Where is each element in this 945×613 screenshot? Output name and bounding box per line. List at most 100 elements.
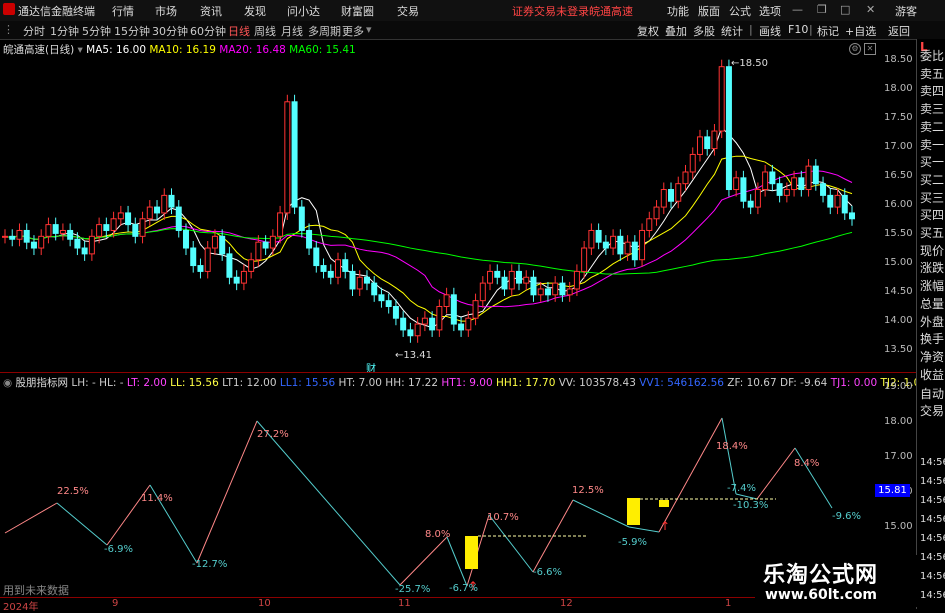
menu-item-market[interactable]: 行情 [112, 3, 134, 19]
candle-body [154, 206, 161, 214]
signal-bar [627, 498, 640, 525]
ma5-line [4, 126, 853, 329]
side-panel-label: 涨跌 [920, 261, 945, 276]
zigzag-segment [4, 502, 58, 534]
menu-item-news[interactable]: 资讯 [200, 3, 222, 19]
toolbar-grip-icon: ⋮ [3, 23, 14, 36]
period-tab-weekly[interactable]: 周线 [254, 23, 276, 39]
indicator-axis-tick: 15.00 [884, 521, 913, 532]
period-tab-5min[interactable]: 5分钟 [82, 23, 111, 39]
candle-body [465, 317, 472, 331]
minimize-icon[interactable]: — [792, 3, 803, 16]
candle-body [125, 212, 132, 226]
toolbar-f10-button[interactable]: F10 [788, 23, 808, 36]
toolbar-multi-button[interactable]: 多股 [693, 23, 715, 39]
ma10-line [4, 155, 853, 322]
toolbar-draw-button[interactable]: 画线 [759, 23, 781, 39]
side-panel-label: 卖一 [920, 137, 945, 152]
candle-body [762, 171, 769, 191]
candle-body [660, 189, 667, 208]
candle-body [602, 241, 609, 249]
candle-body [16, 229, 23, 240]
side-panel-label: 委比 [920, 49, 945, 63]
zigzag-segment [658, 417, 723, 533]
menu-item-wealth[interactable]: 财富圈 [341, 3, 374, 19]
period-tab-15min[interactable]: 15分钟 [114, 23, 150, 39]
menu-item-layout[interactable]: 版面 [698, 3, 720, 19]
settings-gear-icon[interactable]: ⚙ [849, 43, 861, 55]
candle-body [544, 288, 551, 296]
candle-body [284, 101, 291, 214]
side-time-tick: 14:56 [920, 514, 945, 525]
menu-item-ask[interactable]: 问小达 [287, 3, 320, 19]
candle-body [479, 282, 486, 302]
candle-body [211, 235, 218, 249]
period-tab-daily[interactable]: 日线 [228, 23, 250, 39]
zigzag-segment [399, 536, 448, 586]
menu-item-function[interactable]: 功能 [667, 3, 689, 19]
menu-item-options[interactable]: 选项 [759, 3, 781, 19]
candle-body [711, 130, 718, 150]
maximize-icon[interactable]: □ [840, 3, 850, 16]
toolbar-add-watchlist-button[interactable]: +自选 [845, 23, 876, 39]
restore-icon[interactable]: ❐ [817, 3, 827, 16]
candle-body [248, 259, 255, 272]
candle-body [2, 235, 8, 238]
menu-item-formula[interactable]: 公式 [729, 3, 751, 19]
candle-body [378, 294, 385, 302]
price-axis-tick: 13.50 [884, 344, 913, 355]
ma60-line [4, 228, 853, 275]
close-panel-icon[interactable]: ✕ [864, 43, 876, 55]
period-tab-1min[interactable]: 1分钟 [50, 23, 79, 39]
candle-body [581, 247, 588, 272]
candle-body [588, 229, 595, 249]
candle-body [675, 183, 682, 202]
zigzag-pct-label: -6.7% [449, 583, 479, 594]
candle-body [450, 294, 457, 325]
toolbar-overlay-button[interactable]: 叠加 [665, 23, 687, 39]
zigzag-segment [572, 499, 630, 528]
zigzag-segment [256, 420, 401, 586]
signal-bar [659, 500, 669, 507]
candle-body [117, 212, 124, 220]
menu-item-discover[interactable]: 发现 [244, 3, 266, 19]
date-tick: 10 [258, 598, 271, 609]
candle-body [240, 270, 247, 284]
period-tab-more[interactable]: 更多 [342, 23, 364, 39]
menu-item-trade[interactable]: 交易 [397, 3, 419, 19]
zigzag-pct-label: 8.0% [425, 529, 451, 540]
toolbar-stats-button[interactable]: 统计 [721, 23, 743, 39]
period-tab-30min[interactable]: 30分钟 [152, 23, 188, 39]
toolbar-mark-button[interactable]: 标记 [817, 23, 839, 39]
candle-body [704, 136, 711, 150]
panel-separator [0, 372, 916, 373]
period-tab-monthly[interactable]: 月线 [281, 23, 303, 39]
period-tab-60min[interactable]: 60分钟 [190, 23, 226, 39]
period-tab-intraday[interactable]: 分时 [23, 23, 45, 39]
zigzag-pct-label: -5.9% [618, 537, 648, 548]
toolbar-back-button[interactable]: 返回 [888, 23, 910, 39]
side-panel-label: 买一 [920, 155, 945, 170]
candle-body [146, 206, 153, 220]
menu-item-markets[interactable]: 市场 [155, 3, 177, 19]
side-time-tick: 14:56 [920, 571, 945, 582]
price-axis-tick: 14.00 [884, 315, 913, 326]
candle-body [530, 276, 537, 296]
more-chevron-icon[interactable]: ▾ [366, 23, 372, 36]
close-icon[interactable]: ✕ [866, 3, 875, 16]
candle-body [385, 300, 392, 308]
candle-body [204, 247, 211, 272]
date-tick: 2024年 [3, 602, 39, 613]
candle-body [96, 224, 103, 237]
candlestick-chart[interactable] [0, 55, 880, 365]
toolbar-fq-button[interactable]: 复权 [637, 23, 659, 39]
trade-login-notice[interactable]: 证券交易未登录 [512, 3, 589, 19]
ma20-line [4, 170, 853, 308]
candle-body [508, 270, 515, 290]
period-tab-multi[interactable]: 多周期 [308, 23, 341, 39]
candle-body [668, 189, 675, 202]
candle-body [255, 241, 262, 261]
zigzag-segment [488, 514, 534, 573]
zigzag-pct-label: 18.4% [716, 441, 748, 452]
guest-label[interactable]: 游客 [895, 3, 917, 19]
